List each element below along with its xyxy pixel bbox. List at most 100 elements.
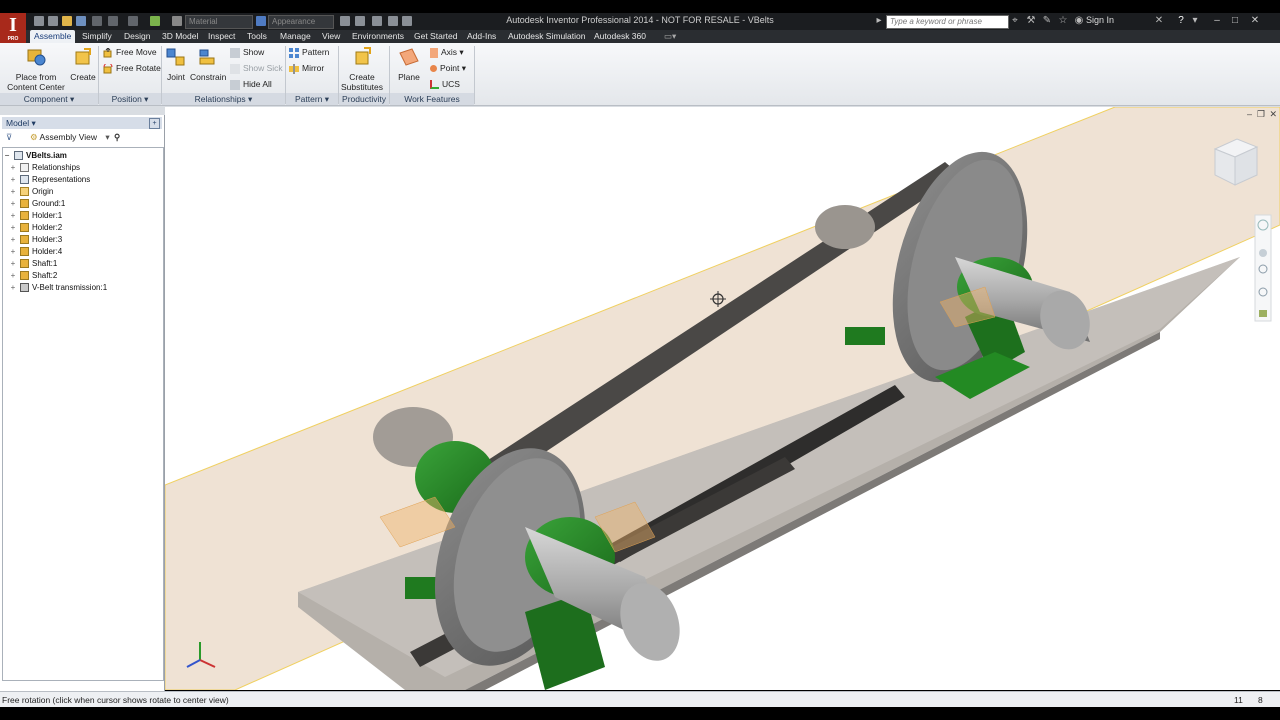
binoculars-icon[interactable]: ⌖: [1010, 16, 1020, 26]
ribbon-toggle-icon[interactable]: ▭▾: [660, 30, 680, 43]
hide-all-button[interactable]: Hide All: [230, 77, 272, 91]
design-accelerator-icon: [20, 282, 29, 292]
tab-simplify[interactable]: Simplify: [78, 30, 116, 43]
tab-inspect[interactable]: Inspect: [204, 30, 239, 43]
tree-node[interactable]: − VBelts.iam: [3, 150, 67, 162]
ucs-label: UCS: [442, 79, 460, 89]
plane-button[interactable]: Plane: [395, 47, 423, 82]
assembly-view-dropdown[interactable]: ⚙ Assembly View ▾: [30, 130, 110, 145]
free-move-button[interactable]: Free Move: [103, 45, 157, 59]
tree-node[interactable]: + Holder:1: [9, 210, 62, 222]
navigation-bar[interactable]: [1254, 214, 1272, 322]
filter-icon[interactable]: ⊽: [6, 130, 12, 145]
tree-node-label: Holder:3: [32, 235, 63, 244]
binoculars-find-icon[interactable]: ⚲: [114, 130, 120, 145]
tab-autodesk-simulation[interactable]: Autodesk Simulation: [504, 30, 590, 43]
tab-get-started[interactable]: Get Started: [410, 30, 461, 43]
representations-icon: [20, 174, 29, 184]
place-from-content-center-button[interactable]: Place from Content Center: [6, 47, 66, 92]
free-move-icon: [103, 47, 112, 58]
viewport-close-button[interactable]: ✕: [1269, 109, 1277, 120]
tree-node[interactable]: + Holder:2: [9, 222, 62, 234]
expand-icon[interactable]: +: [9, 234, 17, 246]
shaft-far-end[interactable]: [815, 205, 875, 249]
tree-node[interactable]: + Holder:4: [9, 246, 62, 258]
close-button[interactable]: ✕: [1248, 14, 1262, 27]
graphics-viewport[interactable]: – ❐ ✕: [165, 107, 1280, 690]
help-icon[interactable]: ?: [1176, 16, 1186, 26]
show-sick-button[interactable]: Show Sick: [230, 61, 283, 75]
look-at-icon[interactable]: [1259, 310, 1267, 317]
tab-3d-model[interactable]: 3D Model: [158, 30, 202, 43]
tree-node-label: Shaft:2: [32, 271, 58, 280]
relationships-panel-label[interactable]: Relationships ▾: [162, 93, 285, 105]
component-panel-label[interactable]: Component ▾: [0, 93, 98, 105]
constrain-label: Constrain: [190, 72, 227, 82]
tree-node[interactable]: + Representations: [9, 174, 90, 186]
minimize-button[interactable]: –: [1210, 14, 1224, 27]
tab-assemble[interactable]: Assemble: [30, 30, 76, 43]
constrain-button[interactable]: Constrain: [190, 47, 226, 82]
collapse-icon[interactable]: −: [3, 150, 11, 162]
joint-button[interactable]: Joint: [164, 47, 188, 82]
mirror-button[interactable]: Mirror: [289, 61, 324, 75]
position-panel-label[interactable]: Position ▾: [99, 93, 161, 105]
tree-node[interactable]: + Ground:1: [9, 198, 65, 210]
create-substitutes-label-2: Substitutes: [340, 82, 384, 92]
help-dropdown-icon[interactable]: ▾: [1190, 16, 1200, 26]
expand-icon[interactable]: +: [9, 282, 17, 294]
tree-node[interactable]: + Shaft:1: [9, 258, 57, 270]
user-icon[interactable]: ◉: [1074, 16, 1084, 26]
help-search-input[interactable]: Type a keyword or phrase: [886, 15, 1009, 29]
axis-button[interactable]: Axis ▾: [430, 45, 464, 59]
tab-add-ins[interactable]: Add-Ins: [463, 30, 500, 43]
ucs-button[interactable]: UCS: [430, 77, 460, 91]
tab-environments[interactable]: Environments: [348, 30, 408, 43]
expand-icon[interactable]: +: [9, 210, 17, 222]
create-component-button[interactable]: Create: [70, 47, 96, 82]
favorites-star-icon[interactable]: ☆: [1058, 16, 1068, 26]
search-arrow-icon[interactable]: ▸: [874, 16, 884, 26]
subscription-icon[interactable]: ⚒: [1026, 16, 1036, 26]
pattern-panel-label[interactable]: Pattern ▾: [286, 93, 338, 105]
communication-icon[interactable]: ✎: [1042, 16, 1052, 26]
tree-node[interactable]: + Holder:3: [9, 234, 62, 246]
expand-icon[interactable]: +: [9, 246, 17, 258]
plane-icon: [399, 48, 419, 66]
expand-icon[interactable]: +: [9, 258, 17, 270]
model-dropdown[interactable]: Model ▾: [2, 118, 36, 128]
view-cube[interactable]: [1213, 138, 1259, 186]
expand-icon[interactable]: +: [9, 162, 17, 174]
tab-manage[interactable]: Manage: [276, 30, 315, 43]
expand-icon[interactable]: +: [9, 186, 17, 198]
tab-view[interactable]: View: [318, 30, 344, 43]
tab-tools[interactable]: Tools: [243, 30, 271, 43]
expand-icon[interactable]: +: [9, 174, 17, 186]
maximize-button[interactable]: □: [1228, 14, 1242, 27]
app-logo[interactable]: I PRO: [0, 13, 26, 43]
tab-design[interactable]: Design: [120, 30, 154, 43]
expand-icon[interactable]: +: [9, 198, 17, 210]
point-button[interactable]: Point ▾: [430, 61, 466, 75]
assembly-icon: [14, 150, 23, 160]
viewport-minimize-button[interactable]: –: [1247, 109, 1252, 119]
holder-far-base[interactable]: [845, 327, 885, 345]
exchange-icon[interactable]: ✕: [1154, 16, 1164, 26]
expand-icon[interactable]: +: [9, 270, 17, 282]
tree-node[interactable]: + Relationships: [9, 162, 80, 174]
pattern-label: Pattern: [302, 47, 330, 57]
pan-icon[interactable]: [1259, 249, 1267, 257]
tree-node[interactable]: + Shaft:2: [9, 270, 57, 282]
sign-in-link[interactable]: Sign In: [1086, 15, 1114, 25]
create-substitutes-button[interactable]: Create Substitutes: [340, 47, 384, 92]
browser-add-icon[interactable]: +: [149, 118, 160, 129]
viewport-restore-button[interactable]: ❐: [1257, 109, 1265, 120]
show-button[interactable]: Show: [230, 45, 264, 59]
expand-icon[interactable]: +: [9, 222, 17, 234]
free-rotate-button[interactable]: Free Rotate: [103, 61, 161, 75]
tree-node[interactable]: + Origin: [9, 186, 53, 198]
model-scene[interactable]: [165, 107, 1280, 690]
tab-autodesk-360[interactable]: Autodesk 360: [590, 30, 650, 43]
pattern-button[interactable]: Pattern: [289, 45, 329, 59]
tree-node[interactable]: + V-Belt transmission:1: [9, 282, 107, 294]
